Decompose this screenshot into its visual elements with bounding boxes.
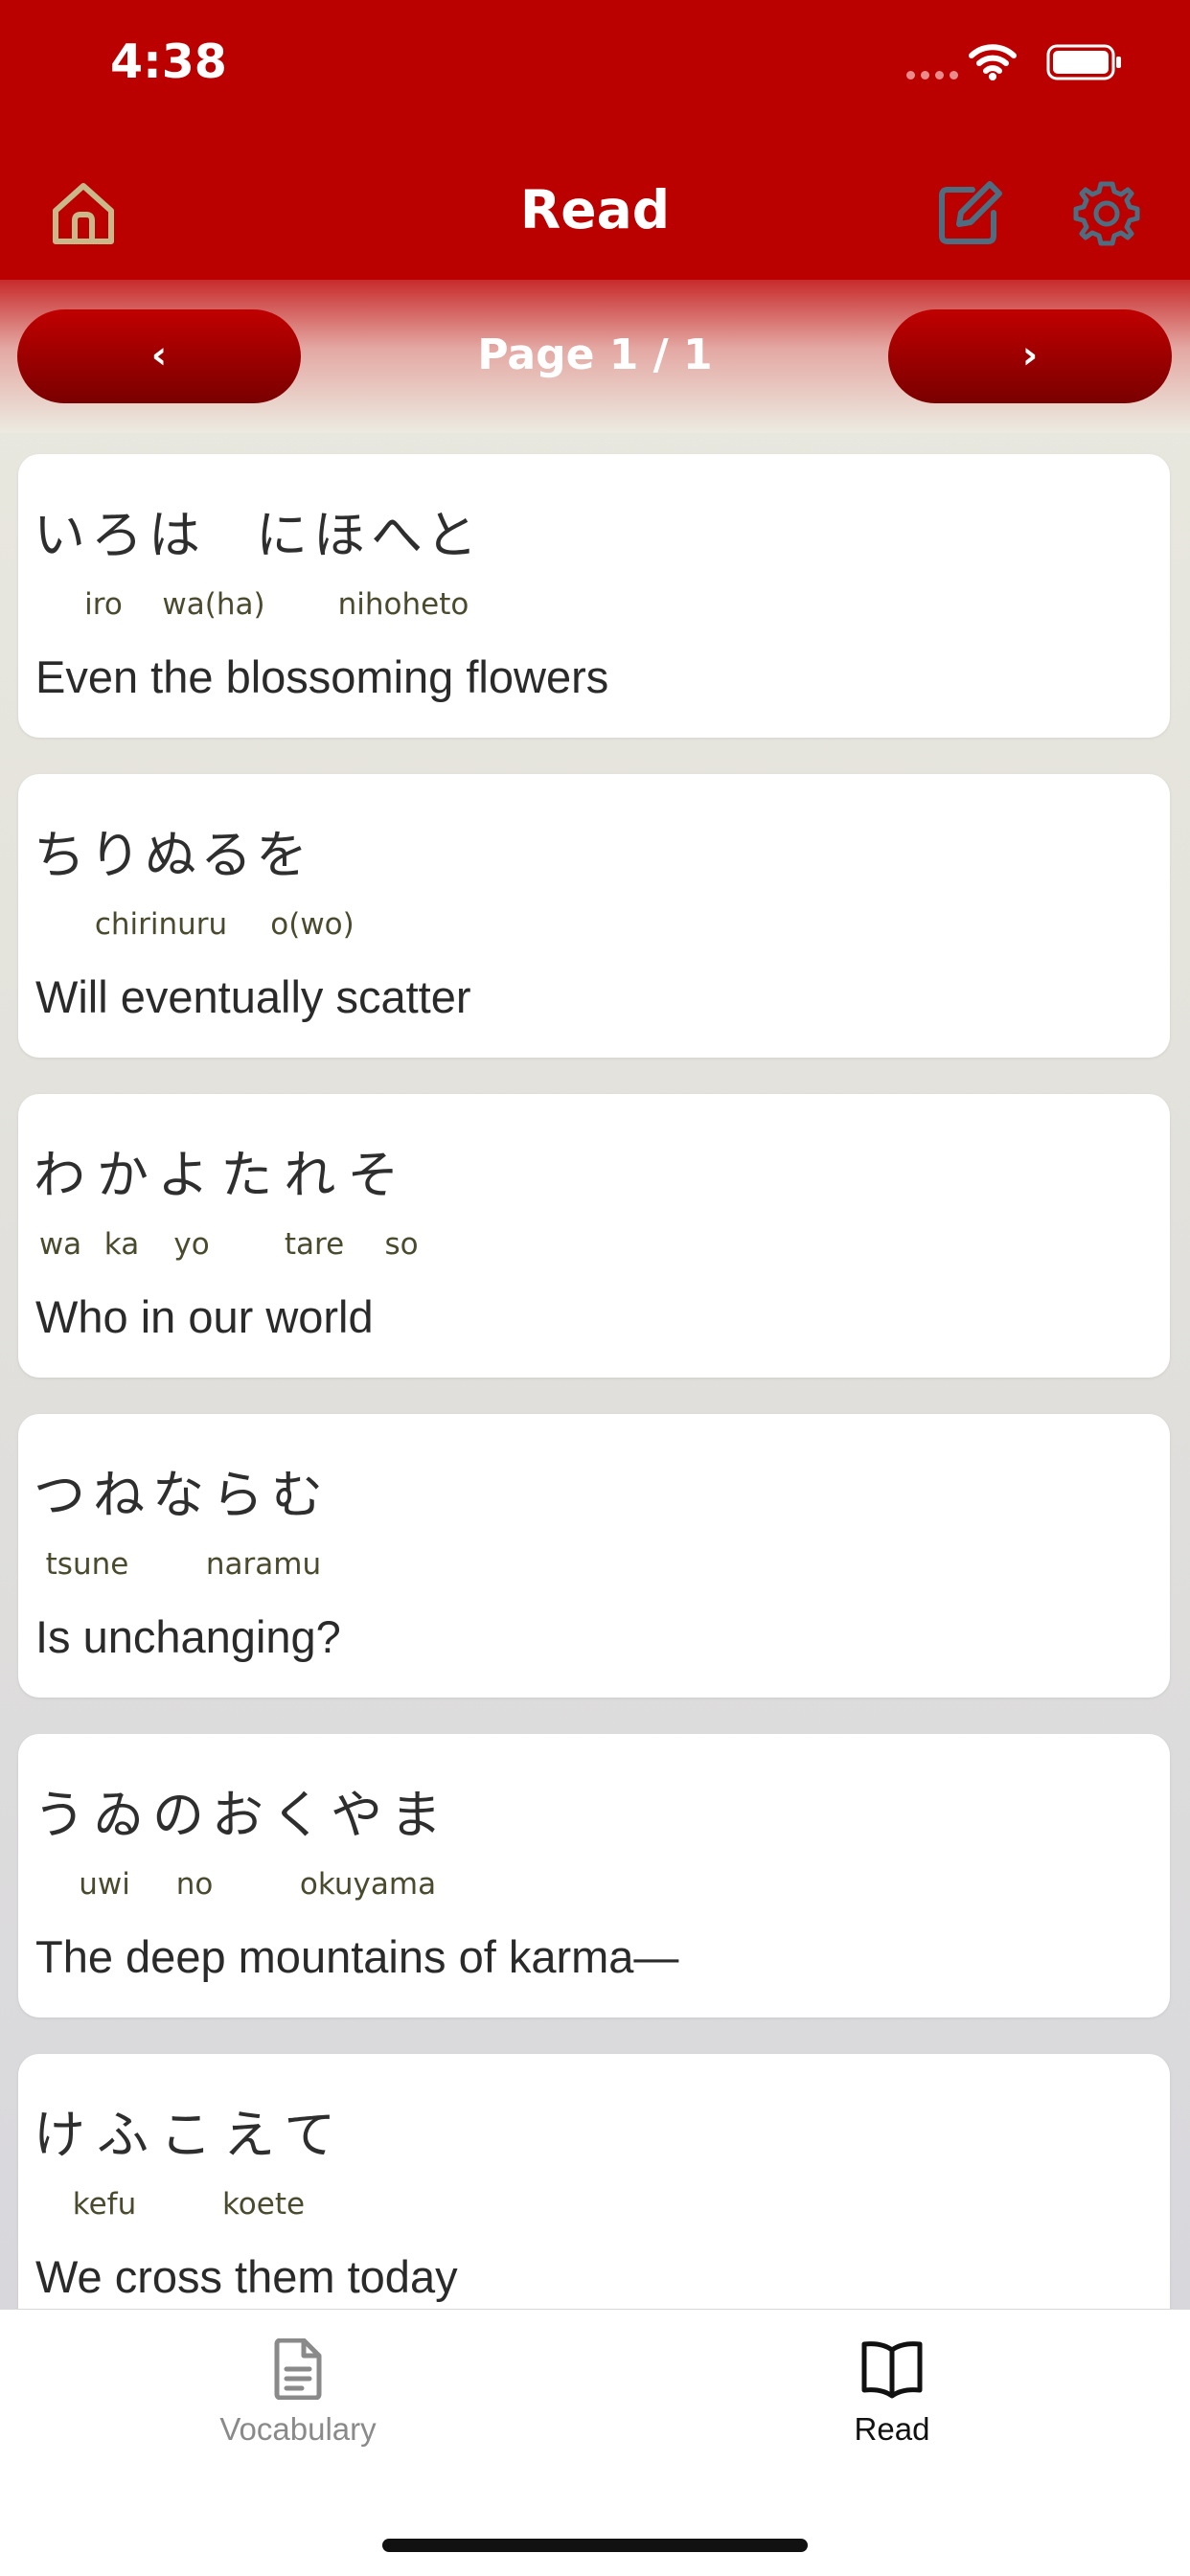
edit-icon[interactable] bbox=[934, 178, 1005, 249]
romaji-word: wa(ha) bbox=[162, 587, 265, 622]
verse-card[interactable]: わかよたれそ wa ka yo tare so Who in our world bbox=[18, 1094, 1170, 1378]
romaji-word: tsune bbox=[45, 1547, 129, 1582]
japanese-word: けふこえて bbox=[34, 2105, 348, 2165]
romaji-word: tare bbox=[284, 1227, 345, 1262]
romaji-word: uwi bbox=[79, 1867, 130, 1902]
japanese-word: わかよたれそ bbox=[34, 1145, 411, 1205]
tab-vocabulary[interactable]: Vocabulary bbox=[154, 2338, 442, 2448]
translation: Who in our world bbox=[35, 1291, 374, 1342]
romaji-word: so bbox=[384, 1227, 419, 1262]
romaji-word: naramu bbox=[205, 1547, 322, 1582]
romaji-word: wa bbox=[38, 1227, 82, 1262]
verse-card[interactable]: うゐのおくやま uwi no okuyama The deep mountain… bbox=[18, 1734, 1170, 2017]
japanese-word: いろは bbox=[34, 505, 206, 565]
tab-label: Vocabulary bbox=[219, 2411, 377, 2447]
document-icon bbox=[274, 2338, 322, 2400]
tab-label: Read bbox=[854, 2411, 930, 2447]
translation: Even the blossoming flowers bbox=[35, 651, 609, 702]
translation: The deep mountains of karma— bbox=[35, 1931, 679, 1982]
page-title: Read bbox=[519, 179, 671, 240]
romaji-word: iro bbox=[84, 587, 123, 622]
verse-card[interactable]: ちりぬるを chirinuru o(wo) Will eventually sc… bbox=[18, 774, 1170, 1058]
romaji-word: o(wo) bbox=[270, 907, 355, 942]
japanese-word: つねならむ bbox=[34, 1465, 331, 1525]
gear-icon[interactable] bbox=[1071, 178, 1142, 249]
tab-read[interactable]: Read bbox=[748, 2338, 1036, 2448]
home-indicator[interactable] bbox=[382, 2539, 808, 2552]
romaji-word: nihoheto bbox=[337, 587, 469, 622]
next-page-button[interactable]: › bbox=[888, 309, 1172, 403]
romaji-word: koete bbox=[221, 2187, 306, 2222]
wifi-icon bbox=[969, 44, 1017, 80]
romaji-word: no bbox=[175, 1867, 214, 1902]
tab-bar: Vocabulary Read bbox=[0, 2309, 1190, 2576]
romaji-word: kefu bbox=[72, 2187, 137, 2222]
verse-card[interactable]: いろは にほへと iro wa(ha) nihoheto Even the bl… bbox=[18, 454, 1170, 738]
japanese-word: ちりぬるを bbox=[34, 825, 311, 885]
book-icon bbox=[861, 2341, 923, 2399]
romaji-word: yo bbox=[173, 1227, 210, 1262]
romaji-word: ka bbox=[103, 1227, 140, 1262]
japanese-word: うゐのおくやま bbox=[34, 1785, 449, 1845]
top-bar: 4:38 Read bbox=[0, 0, 1190, 280]
verse-card[interactable]: けふこえて kefu koete We cross them today bbox=[18, 2054, 1170, 2337]
verse-card[interactable]: つねならむ tsune naramu Is unchanging? bbox=[18, 1414, 1170, 1698]
romaji-word: chirinuru bbox=[94, 907, 228, 942]
japanese-word: にほへと bbox=[256, 505, 484, 565]
translation: Will eventually scatter bbox=[35, 971, 471, 1022]
pager: ‹ Page 1 / 1 › bbox=[0, 280, 1190, 433]
battery-icon bbox=[1046, 44, 1121, 80]
signal-icon bbox=[906, 71, 958, 80]
translation: Is unchanging? bbox=[35, 1611, 341, 1662]
romaji-word: okuyama bbox=[299, 1867, 437, 1902]
status-time: 4:38 bbox=[110, 34, 227, 89]
translation: We cross them today bbox=[35, 2251, 458, 2302]
